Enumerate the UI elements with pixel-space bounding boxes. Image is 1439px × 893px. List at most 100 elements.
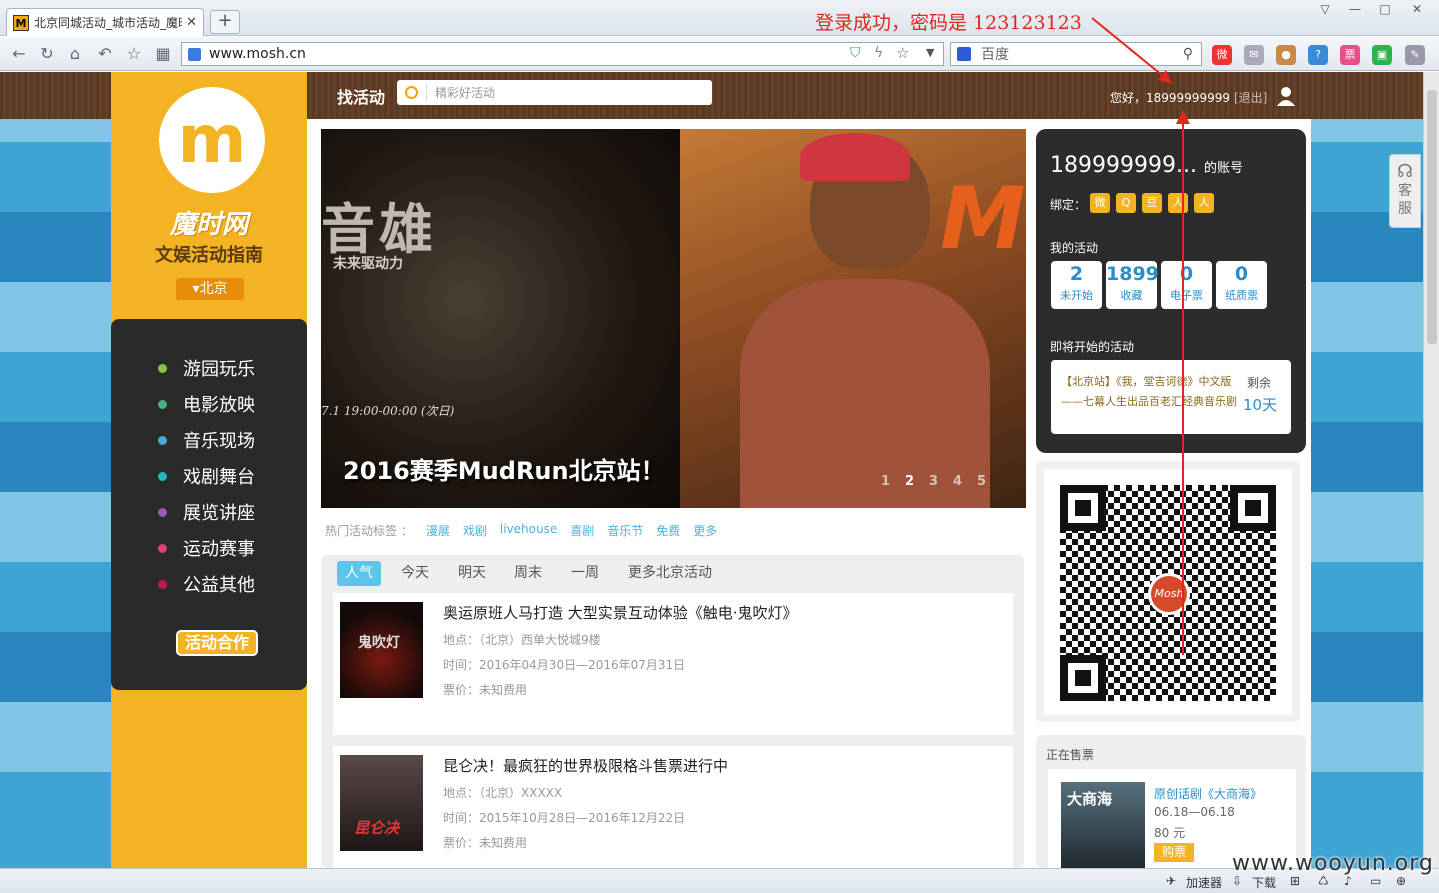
qq-bind-icon[interactable]: Q (1116, 193, 1136, 213)
weibo-bind-icon[interactable]: 微 (1090, 193, 1110, 213)
minimize-icon[interactable]: — (1340, 2, 1370, 20)
on-sale-image-text: 大商海 (1067, 790, 1113, 808)
tab-tomorrow[interactable]: 明天 (450, 561, 494, 586)
cookie-icon[interactable]: ● (1276, 45, 1296, 65)
banner-page-5[interactable]: 5 (977, 474, 986, 489)
category-item-music[interactable]: 音乐现场 (158, 427, 255, 453)
banner-page-1[interactable]: 1 (881, 474, 890, 489)
trash-icon[interactable]: ♺ (1318, 874, 1329, 888)
safe-shield-icon[interactable]: ⛉ (850, 45, 861, 61)
account-suffix: 的账号 (1203, 161, 1243, 176)
back-icon[interactable]: ← (8, 44, 30, 64)
scroll-thumb[interactable] (1427, 90, 1437, 344)
banner-page-3[interactable]: 3 (929, 474, 938, 489)
category-item-park[interactable]: 游园玩乐 (158, 355, 255, 381)
screen-icon[interactable]: ▣ (1372, 45, 1392, 65)
banner-page-2[interactable]: 2 (905, 474, 914, 489)
user-profile-icon[interactable] (1277, 86, 1295, 106)
category-item-exhibition[interactable]: 展览讲座 (158, 499, 255, 525)
event-card[interactable]: 鬼吹灯 奥运原班人马打造 大型实景互动体验《触电·鬼吹灯》 地点：（北京）西单大… (333, 593, 1013, 735)
on-sale-title[interactable]: 原创话剧《大商海》 (1154, 785, 1262, 802)
download-icon[interactable]: ⇩ (1232, 874, 1242, 888)
sound-icon[interactable]: ♪ (1344, 874, 1352, 888)
site-search-input[interactable]: 精彩好活动 (397, 80, 712, 105)
add-icon[interactable]: ⊞ (1290, 874, 1300, 888)
event-image[interactable]: 昆仑决 (340, 755, 423, 851)
mail-icon[interactable]: ✉ (1244, 45, 1264, 65)
help-icon[interactable]: ? (1308, 45, 1328, 65)
city-selector[interactable]: ▾北京 (176, 278, 244, 300)
tab-week[interactable]: 一周 (563, 561, 607, 586)
kaixin-bind-icon[interactable]: 人 (1194, 193, 1214, 213)
refresh-icon[interactable]: ↻ (36, 44, 58, 64)
category-dot-icon (158, 543, 167, 553)
hot-tag-link[interactable]: 更多 (693, 522, 717, 539)
category-item-drama[interactable]: 戏剧舞台 (158, 463, 255, 489)
stat-favorites[interactable]: 1899 收藏 (1106, 261, 1159, 309)
skin-icon[interactable]: ▽ (1310, 2, 1340, 20)
tools-icon[interactable]: ✎ (1405, 45, 1425, 65)
dropdown-icon[interactable]: ▼ (926, 46, 934, 59)
apps-grid-icon[interactable]: ▦ (152, 44, 174, 64)
undo-icon[interactable]: ↶ (94, 44, 116, 64)
hot-tag-link[interactable]: 免费 (656, 522, 680, 539)
tab-weekend[interactable]: 周末 (506, 561, 550, 586)
lightning-icon[interactable]: ϟ (874, 45, 883, 61)
category-item-charity[interactable]: 公益其他 (158, 571, 255, 597)
accelerator-label[interactable]: 加速器 (1186, 874, 1222, 891)
browser-search-bar[interactable]: 百度 ⚲ (950, 42, 1202, 66)
hot-tag-link[interactable]: 戏剧 (463, 522, 487, 539)
renren-bind-icon[interactable]: 人 (1168, 193, 1188, 213)
category-item-sports[interactable]: 运动赛事 (158, 535, 255, 561)
search-icon[interactable]: ⚲ (1183, 46, 1193, 62)
on-sale-image[interactable]: 大商海 (1061, 782, 1145, 868)
maximize-icon[interactable]: □ (1370, 2, 1400, 20)
upcoming-event[interactable]: 【北京站】《我，堂吉诃德》中文版——七幕人生出品百老汇经典音乐剧 剩余 10天 (1051, 360, 1291, 434)
hot-tag-link[interactable]: 音乐节 (607, 522, 643, 539)
new-tab-button[interactable]: + (210, 10, 240, 34)
customer-service-tab[interactable]: ☊ 客服 (1389, 154, 1421, 228)
tab-more-events[interactable]: 更多北京活动 (620, 561, 720, 586)
event-title[interactable]: 昆仑决！最疯狂的世界极限格斗售票进行中 (443, 755, 728, 776)
tab-today[interactable]: 今天 (393, 561, 437, 586)
category-item-film[interactable]: 电影放映 (158, 391, 255, 417)
hot-tag-link[interactable]: 漫展 (426, 522, 450, 539)
event-location: 地点：（北京）西单大悦城9楼 (443, 633, 601, 647)
browser-tab[interactable]: M 北京同城活动_城市活动_魔时 ✕ (6, 8, 204, 36)
close-window-icon[interactable]: ✕ (1402, 2, 1432, 20)
zoom-icon[interactable]: ⊕ (1396, 874, 1406, 888)
address-bar[interactable]: www.mosh.cn ⛉ ϟ ☆ ▼ (181, 42, 944, 66)
page-scrollbar[interactable] (1423, 72, 1439, 868)
event-image[interactable]: 鬼吹灯 (340, 602, 423, 698)
event-title[interactable]: 奥运原班人马打造 大型实景互动体验《触电·鬼吹灯》 (443, 602, 798, 623)
close-tab-icon[interactable]: ✕ (186, 15, 197, 30)
on-sale-label: 正在售票 (1046, 748, 1095, 762)
home-icon[interactable]: ⌂ (64, 44, 86, 64)
accelerator-icon[interactable]: ✈ (1166, 874, 1176, 888)
hot-tag-link[interactable]: livehouse (500, 522, 557, 539)
window-icon[interactable]: ▭ (1370, 874, 1381, 888)
ticket-icon[interactable]: 票 (1340, 45, 1360, 65)
stat-paper-tickets[interactable]: 0 纸质票 (1216, 261, 1267, 309)
banner-carousel[interactable]: 音雄 未来驱动力 7.1 19:00-00:00 (次日) MU 2016赛季M… (321, 129, 1026, 508)
favorite-icon[interactable]: ☆ (123, 44, 145, 64)
banner-slide-right: MU (680, 129, 1026, 508)
weibo-icon[interactable]: 微 (1212, 45, 1232, 65)
tab-popular[interactable]: 人气 (337, 561, 381, 586)
on-sale-date: 06.18—06.18 (1154, 805, 1235, 819)
stat-e-tickets[interactable]: 0 电子票 (1161, 261, 1212, 309)
buy-ticket-button[interactable]: 购票 (1154, 843, 1194, 862)
logout-link[interactable]: [退出] (1234, 91, 1267, 105)
banner-page-4[interactable]: 4 (953, 474, 962, 489)
download-label[interactable]: 下载 (1252, 874, 1276, 891)
douban-bind-icon[interactable]: 豆 (1142, 193, 1162, 213)
stat-number: 1899 (1106, 263, 1159, 285)
cooperation-button[interactable]: 活动合作 (176, 630, 258, 656)
upcoming-event-title[interactable]: 【北京站】《我，堂吉诃德》中文版——七幕人生出品百老汇经典音乐剧 (1061, 372, 1239, 412)
stat-not-started[interactable]: 2 未开始 (1051, 261, 1102, 309)
bookmark-star-icon[interactable]: ☆ (896, 44, 909, 62)
account-panel: 189999999... 的账号 绑定： 微 Q 豆 人 人 我的活动 2 未开始… (1036, 129, 1306, 453)
event-card[interactable]: 昆仑决 昆仑决！最疯狂的世界极限格斗售票进行中 地点：（北京）XXXXX 时间：… (333, 746, 1013, 868)
hot-tag-link[interactable]: 喜剧 (570, 522, 594, 539)
site-logo[interactable]: m (159, 87, 265, 193)
